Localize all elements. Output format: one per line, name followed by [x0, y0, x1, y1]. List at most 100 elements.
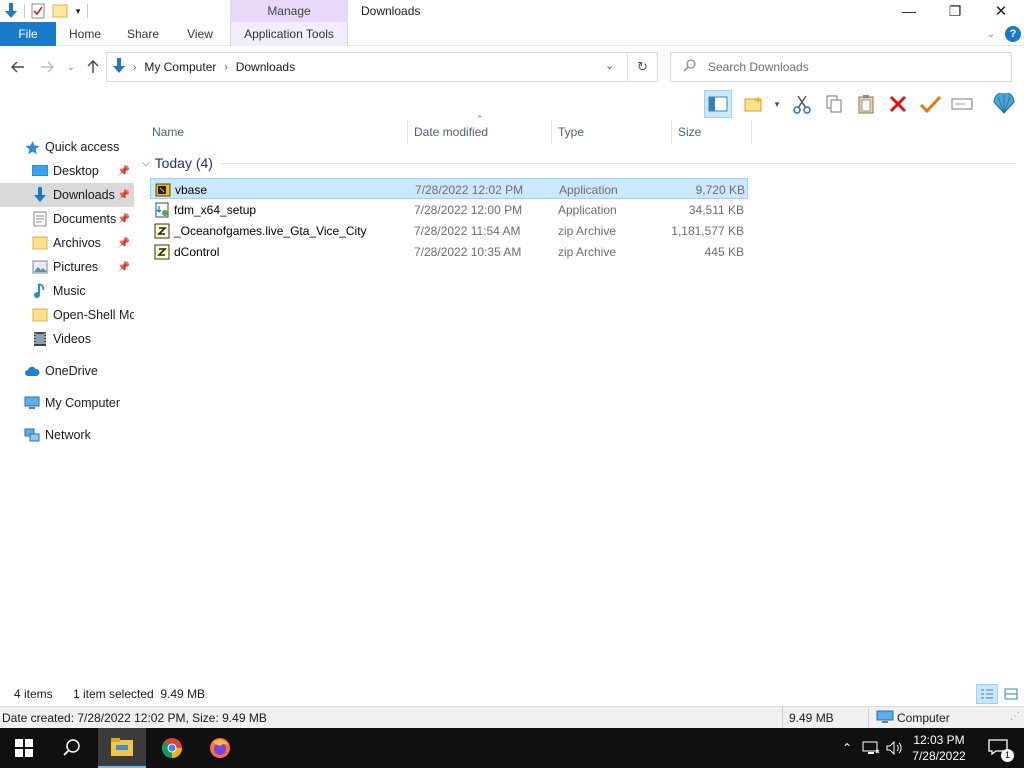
shell-icon	[993, 93, 1015, 114]
tab-application-tools[interactable]: Application Tools	[230, 22, 348, 46]
pin-icon[interactable]: 📌	[118, 190, 130, 201]
clock[interactable]: 12:03 PM 7/28/2022	[908, 728, 970, 768]
search-icon	[63, 739, 80, 756]
tab-share[interactable]: Share	[120, 22, 166, 46]
nav-item-videos[interactable]: Videos	[0, 327, 134, 351]
nav-item-onedrive[interactable]: OneDrive	[0, 359, 134, 383]
search-button[interactable]	[48, 728, 96, 768]
nav-quick-access[interactable]: Quick access	[0, 135, 134, 159]
forward-arrow-icon	[41, 61, 54, 73]
minimize-button[interactable]: —	[886, 0, 932, 22]
search-box[interactable]: Search Downloads	[670, 52, 1012, 82]
settings-button[interactable]	[990, 90, 1018, 118]
pin-icon[interactable]: 📌	[118, 214, 130, 225]
paste-icon	[858, 95, 874, 114]
table-row[interactable]: _Oceanofgames.live_Gta_Vice_City 7/28/20…	[150, 220, 748, 241]
table-row[interactable]: fdm_x64_setup 7/28/2022 12:00 PM Applica…	[150, 199, 748, 220]
address-row: ⌄ › My Computer › Downloads ⌄ ↻ Search D…	[0, 46, 1024, 86]
contextual-tab-group-manage[interactable]: Manage	[230, 0, 348, 22]
column-name[interactable]: Name	[146, 120, 408, 144]
search-placeholder[interactable]: Search Downloads	[708, 60, 809, 74]
nav-item-network[interactable]: Network	[0, 423, 134, 447]
breadcrumb-chevron-icon[interactable]: ›	[133, 62, 136, 73]
taskbar-file-explorer[interactable]	[98, 728, 146, 768]
taskbar-firefox[interactable]	[196, 728, 244, 768]
navigation-pane: Quick access Desktop 📌 Downloads 📌 Docum…	[0, 122, 134, 682]
nav-item-pictures[interactable]: Pictures 📌	[0, 255, 134, 279]
quick-access-toolbar: ▾	[0, 0, 88, 22]
cloud-icon	[24, 363, 40, 379]
nav-item-desktop[interactable]: Desktop 📌	[0, 159, 134, 183]
paste-button[interactable]	[852, 90, 880, 118]
chrome-icon	[161, 738, 183, 759]
properties-icon[interactable]	[29, 2, 47, 20]
help-button[interactable]: ?	[1004, 22, 1022, 46]
nav-item-my-computer[interactable]: My Computer	[0, 391, 134, 415]
details-view-button[interactable]	[976, 684, 998, 704]
network-tray-icon[interactable]	[860, 728, 882, 768]
new-folder-dropdown[interactable]: ▾	[770, 90, 784, 118]
breadcrumb-downloads[interactable]: Downloads	[236, 60, 295, 74]
nav-label: OneDrive	[45, 364, 98, 378]
new-folder-icon	[744, 96, 762, 112]
copy-button[interactable]	[820, 90, 848, 118]
file-explorer-icon	[111, 738, 133, 756]
column-type[interactable]: Type	[552, 120, 672, 144]
tab-view[interactable]: View	[178, 22, 222, 46]
show-hidden-icons-button[interactable]: ⌃	[838, 728, 856, 768]
nav-item-music[interactable]: Music	[0, 279, 134, 303]
breadcrumb-chevron-icon[interactable]: ›	[224, 62, 227, 73]
file-name: vbase	[175, 182, 208, 197]
column-size[interactable]: Size	[672, 120, 752, 144]
nav-item-archivos[interactable]: Archivos 📌	[0, 231, 134, 255]
clock-time: 12:03 PM	[913, 733, 965, 747]
file-size: 445 KB	[704, 244, 744, 259]
pin-icon[interactable]: 📌	[118, 262, 130, 273]
table-row[interactable]: vbase 7/28/2022 12:02 PM Application 9,7…	[150, 178, 748, 199]
nav-item-downloads[interactable]: Downloads 📌	[0, 183, 134, 207]
new-folder-button[interactable]	[740, 90, 768, 118]
refresh-icon[interactable]: ↻	[637, 59, 648, 75]
search-icon	[683, 59, 696, 75]
breadcrumb-my-computer[interactable]: My Computer	[144, 60, 216, 74]
nav-label: Documents	[53, 212, 117, 226]
pin-icon[interactable]: 📌	[118, 238, 130, 249]
nav-item-open-shell[interactable]: Open-Shell Mo	[0, 303, 134, 327]
tab-home[interactable]: Home	[60, 22, 110, 46]
large-icons-view-button[interactable]	[1000, 684, 1022, 704]
tiles-view-icon	[1004, 688, 1018, 700]
pin-icon[interactable]: 📌	[118, 166, 130, 177]
ribbon-tabs: File Home Share View Application Tools ⌄…	[0, 22, 1024, 46]
tab-file[interactable]: File	[0, 22, 56, 46]
address-bar[interactable]: › My Computer › Downloads ⌄ ↻	[106, 52, 658, 82]
action-center-button[interactable]: 1	[978, 728, 1018, 768]
taskbar-chrome[interactable]	[148, 728, 196, 768]
back-button[interactable]	[9, 58, 27, 76]
cut-button[interactable]	[788, 90, 816, 118]
up-button[interactable]	[84, 58, 102, 76]
up-arrow-icon	[87, 60, 99, 73]
close-button[interactable]: ✕	[978, 0, 1024, 22]
volume-tray-icon[interactable]	[884, 728, 906, 768]
delete-button[interactable]	[884, 90, 912, 118]
ribbon-expand-icon[interactable]: ⌄	[982, 22, 1000, 46]
address-dropdown-icon[interactable]: ⌄	[605, 59, 614, 72]
customize-qat-icon[interactable]: ▾	[73, 2, 83, 20]
recent-locations-button[interactable]: ⌄	[62, 58, 80, 76]
maximize-button[interactable]: ❐	[932, 0, 978, 22]
table-row[interactable]: dControl 7/28/2022 10:35 AM zip Archive …	[150, 241, 748, 262]
collapse-chevron-icon[interactable]: ⌵	[142, 158, 150, 169]
nav-item-documents[interactable]: Documents 📌	[0, 207, 134, 231]
notification-icon: 1	[988, 738, 1014, 762]
download-arrow-icon[interactable]	[2, 2, 20, 20]
properties-button[interactable]	[916, 90, 944, 118]
file-name: dControl	[174, 244, 220, 259]
rename-button[interactable]	[948, 90, 976, 118]
new-folder-icon[interactable]	[51, 2, 69, 20]
navigation-pane-button[interactable]	[704, 90, 732, 118]
forward-button[interactable]	[38, 58, 56, 76]
details-view-icon	[981, 689, 993, 699]
group-header-today[interactable]: ⌵ Today (4)	[142, 152, 1016, 174]
start-button[interactable]	[0, 728, 48, 768]
resize-grip-icon[interactable]: ⋰	[1010, 711, 1020, 722]
